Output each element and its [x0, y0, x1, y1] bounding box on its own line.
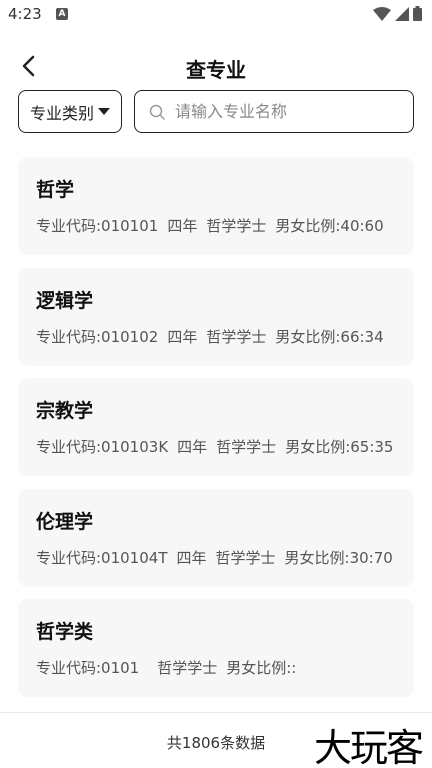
major-meta: 专业代码:010103K 四年 哲学学士 男女比例:65:35 — [36, 436, 396, 457]
watermark-logo: 大玩客 — [313, 726, 424, 768]
status-time: 4:23 — [8, 5, 42, 23]
major-name: 伦理学 — [36, 510, 94, 533]
header: 查专业 — [0, 44, 432, 88]
major-card[interactable]: 伦理学 专业代码:010104T 四年 哲学学士 男女比例:30:70 — [18, 488, 414, 587]
major-degree: 哲学学士 — [215, 548, 276, 567]
major-name: 哲学 — [36, 179, 75, 201]
major-degree: 哲学学士 — [157, 659, 218, 677]
major-card[interactable]: 哲学类 专业代码:0101 哲学学士 男女比例:: — [18, 599, 414, 697]
category-dropdown[interactable]: 专业类别 — [18, 90, 122, 133]
caret-down-icon — [98, 107, 110, 115]
major-meta: 专业代码:010104T 四年 哲学学士 男女比例:30:70 — [36, 547, 396, 568]
major-list: 哲学 专业代码:010101 四年 哲学学士 男女比例:40:60 逻辑学 专业… — [18, 157, 414, 710]
major-card[interactable]: 宗教学 专业代码:010103K 四年 哲学学士 男女比例:65:35 — [18, 378, 414, 476]
major-name: 哲学类 — [36, 621, 94, 643]
filter-row: 专业类别 — [18, 90, 414, 133]
major-code: 专业代码:010104T — [36, 548, 168, 567]
major-ratio: 男女比例:40:60 — [275, 217, 384, 235]
major-duration: 四年 — [176, 548, 207, 567]
major-ratio: 男女比例:: — [226, 659, 297, 677]
major-duration: 四年 — [177, 438, 208, 456]
category-label: 专业类别 — [29, 103, 94, 123]
page-title: 查专业 — [186, 58, 246, 82]
status-icons — [373, 6, 422, 21]
major-degree: 哲学学士 — [206, 217, 267, 235]
major-ratio: 男女比例:66:34 — [275, 327, 384, 346]
major-name: 逻辑学 — [36, 289, 94, 312]
major-ratio: 男女比例:65:35 — [285, 438, 394, 456]
search-box[interactable] — [134, 90, 414, 133]
footer: 共1806条数据 大玩客 — [0, 712, 432, 768]
major-meta: 专业代码:0101 哲学学士 男女比例:: — [36, 657, 396, 678]
major-code: 专业代码:010101 — [36, 217, 159, 235]
notification-icon: A — [56, 8, 68, 20]
major-card[interactable]: 逻辑学 专业代码:010102 四年 哲学学士 男女比例:66:34 — [18, 267, 414, 366]
search-input[interactable] — [175, 102, 395, 121]
status-bar: 4:23 A — [0, 0, 432, 30]
major-code: 专业代码:0101 — [36, 659, 140, 677]
major-code: 专业代码:010103K — [36, 438, 169, 456]
battery-icon — [413, 6, 422, 21]
major-code: 专业代码:010102 — [36, 327, 159, 346]
major-ratio: 男女比例:30:70 — [284, 548, 393, 567]
major-degree: 哲学学士 — [206, 327, 267, 346]
major-card[interactable]: 哲学 专业代码:010101 四年 哲学学士 男女比例:40:60 — [18, 157, 414, 255]
major-duration: 四年 — [167, 217, 198, 235]
wifi-icon — [373, 6, 391, 21]
major-meta: 专业代码:010101 四年 哲学学士 男女比例:40:60 — [36, 215, 396, 236]
major-name: 宗教学 — [36, 400, 94, 422]
major-degree: 哲学学士 — [216, 438, 277, 456]
major-duration: 四年 — [167, 327, 198, 346]
signal-icon — [395, 6, 409, 21]
major-meta: 专业代码:010102 四年 哲学学士 男女比例:66:34 — [36, 326, 396, 347]
search-icon — [149, 104, 165, 120]
